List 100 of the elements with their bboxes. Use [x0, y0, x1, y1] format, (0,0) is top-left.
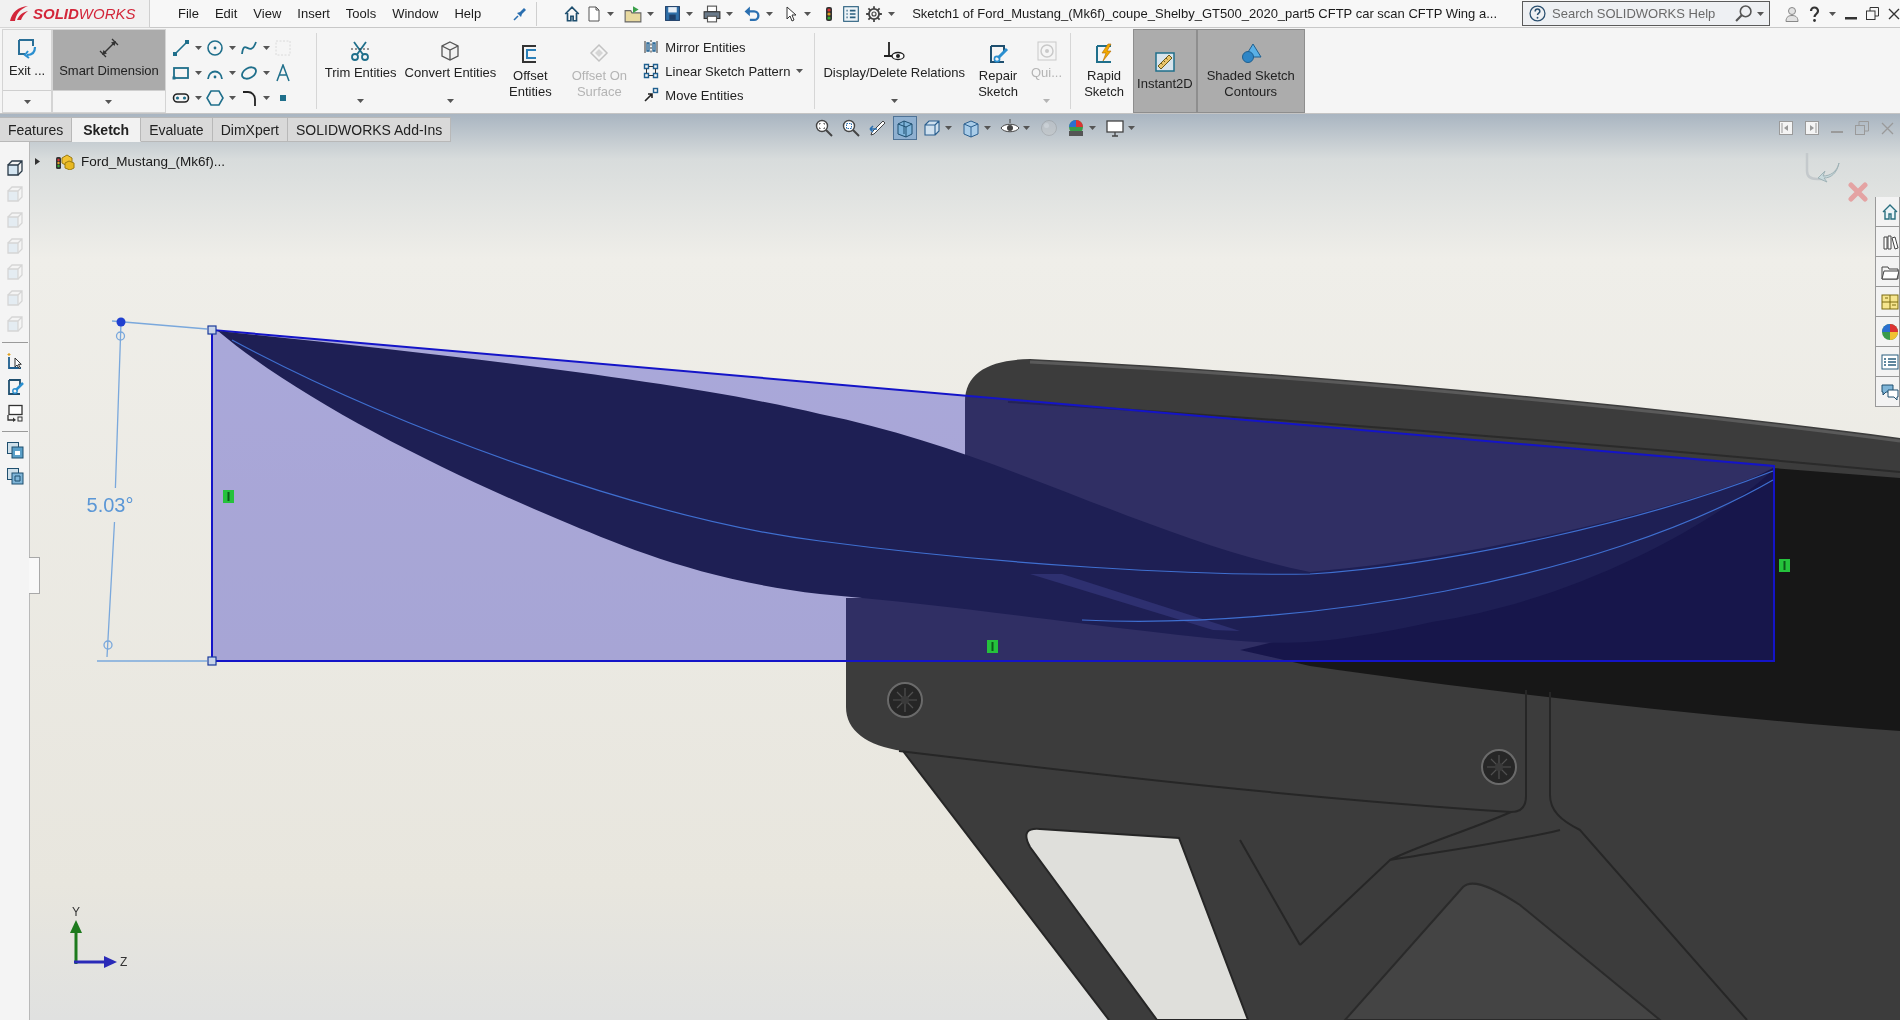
grid-palette-icon[interactable]	[1881, 292, 1899, 311]
screen-arrow-icon[interactable]	[5, 404, 24, 422]
caret-icon[interactable]	[194, 95, 202, 100]
expand-arrow-icon[interactable]	[34, 157, 41, 165]
caret-icon[interactable]	[1088, 126, 1096, 130]
chat-bubbles-icon[interactable]	[1881, 382, 1899, 401]
relation-marker-icon	[1779, 559, 1790, 572]
task-pane-tab[interactable]	[1875, 377, 1900, 407]
open-folder-icon[interactable]	[624, 4, 643, 23]
caret-icon[interactable]	[194, 45, 202, 50]
caret-icon[interactable]	[1022, 126, 1030, 130]
caret-icon[interactable]	[262, 70, 270, 75]
color-ball-icon[interactable]	[1881, 322, 1899, 341]
caret-icon[interactable]	[607, 11, 615, 16]
relations-button[interactable]: Display/Delete Relations	[819, 29, 969, 113]
menu-item[interactable]: Help	[446, 0, 490, 27]
undo-icon[interactable]	[743, 5, 762, 22]
menu-item[interactable]: Edit	[206, 0, 246, 27]
wrench-page-icon[interactable]	[5, 378, 24, 396]
tile-left-icon[interactable]	[1779, 121, 1793, 135]
search-field[interactable]: Search SOLIDWORKS Help	[1522, 1, 1770, 26]
list-icon[interactable]	[1881, 352, 1899, 371]
caret-icon[interactable]	[647, 11, 655, 16]
task-pane-tab[interactable]	[1875, 257, 1900, 287]
user-icon[interactable]	[1784, 4, 1800, 23]
list-icon[interactable]	[842, 4, 861, 23]
linear-pattern-button[interactable]: Linear Sketch Pattern	[640, 61, 807, 81]
stacked-pages-icon[interactable]	[5, 467, 24, 485]
rapid-sketch-button[interactable]: Rapid Sketch	[1075, 29, 1134, 113]
offset-entities-button[interactable]: Offset Entities	[500, 29, 561, 113]
caret-icon[interactable]	[228, 95, 236, 100]
menu-item[interactable]: Insert	[289, 0, 338, 27]
smart-dimension-button[interactable]: Smart Dimension	[52, 29, 166, 113]
pointer-sketch-icon[interactable]	[5, 352, 24, 370]
caret-icon[interactable]	[804, 11, 812, 16]
instant2d-button[interactable]: Instant2D	[1133, 29, 1197, 113]
tab[interactable]: Sketch	[72, 117, 142, 142]
circle-icon[interactable]	[205, 38, 224, 57]
caret-icon[interactable]	[726, 11, 734, 16]
caret-icon[interactable]	[357, 99, 365, 103]
task-pane-tab[interactable]	[1875, 227, 1900, 257]
menu-item[interactable]: File	[170, 0, 207, 27]
exit-sketch-button[interactable]: Exit ...	[2, 29, 53, 113]
repair-sketch-button[interactable]: Repair Sketch	[969, 29, 1027, 113]
mirror-entities-button[interactable]: Mirror Entities	[640, 37, 807, 57]
caret-icon[interactable]	[888, 11, 896, 16]
caret-icon[interactable]	[796, 69, 804, 73]
caret-icon[interactable]	[262, 95, 270, 100]
convert-entities-button[interactable]: Convert Entities	[400, 29, 501, 113]
tab[interactable]: Features	[0, 117, 73, 142]
caret-icon[interactable]	[228, 70, 236, 75]
pin-icon[interactable]	[513, 6, 528, 21]
caret-icon[interactable]	[983, 126, 991, 130]
caret-icon[interactable]	[1127, 126, 1135, 130]
shaded-contours-button[interactable]: Shaded Sketch Contours	[1196, 29, 1305, 113]
section-cube-icon[interactable]	[892, 116, 917, 140]
caret-icon[interactable]	[1757, 12, 1764, 16]
new-document-icon[interactable]	[586, 4, 603, 23]
line-icon[interactable]	[171, 38, 190, 57]
stacked-pages-icon[interactable]	[5, 441, 24, 459]
caret-icon[interactable]	[446, 99, 454, 103]
caret-icon[interactable]	[686, 11, 694, 16]
search-icon[interactable]	[1735, 5, 1752, 22]
hexagon-icon[interactable]	[205, 88, 224, 107]
caret-icon[interactable]	[766, 11, 774, 16]
tab[interactable]: SOLIDWORKS Add-Ins	[288, 117, 452, 142]
settings-icon[interactable]	[865, 4, 884, 23]
close-icon[interactable]	[1888, 7, 1900, 20]
task-pane-tab[interactable]	[1875, 287, 1900, 317]
cube-outline-icon[interactable]	[5, 159, 24, 177]
house-icon[interactable]	[1881, 202, 1899, 221]
menu-item[interactable]: View	[245, 0, 290, 27]
task-pane-tab[interactable]	[1875, 197, 1900, 227]
tree-item[interactable]: Ford_Mustang_(Mk6f)...	[81, 153, 226, 169]
caret-icon[interactable]	[262, 45, 270, 50]
caret-icon[interactable]	[228, 45, 236, 50]
trim-entities-button[interactable]: Trim Entities	[320, 29, 401, 113]
help-circle-icon	[1529, 5, 1546, 22]
home-icon[interactable]	[563, 4, 582, 23]
menu-item[interactable]: Window	[384, 0, 447, 27]
books-icon[interactable]	[1881, 232, 1899, 251]
tab[interactable]: DimXpert	[212, 117, 288, 142]
caret-icon[interactable]	[890, 99, 898, 103]
caret-icon[interactable]	[194, 70, 202, 75]
task-pane-tab[interactable]	[1875, 317, 1900, 347]
text-tool-icon[interactable]	[273, 63, 292, 82]
caret-icon[interactable]	[23, 99, 31, 104]
tab[interactable]: Evaluate	[141, 117, 213, 142]
caret-icon[interactable]	[1829, 11, 1836, 16]
task-pane-tab[interactable]	[1875, 347, 1900, 377]
caret-icon[interactable]	[944, 126, 952, 130]
help-icon[interactable]	[1809, 5, 1820, 22]
printer-icon[interactable]	[703, 4, 722, 23]
caret-icon[interactable]	[105, 99, 113, 104]
panel-collapse-handle[interactable]	[29, 557, 40, 594]
restore-icon[interactable]	[1866, 7, 1879, 20]
ellipse-icon[interactable]	[239, 63, 258, 82]
menu-item[interactable]: Tools	[337, 0, 385, 27]
tile-right-icon[interactable]	[1805, 121, 1819, 135]
move-entities-button[interactable]: Move Entities	[640, 85, 807, 105]
